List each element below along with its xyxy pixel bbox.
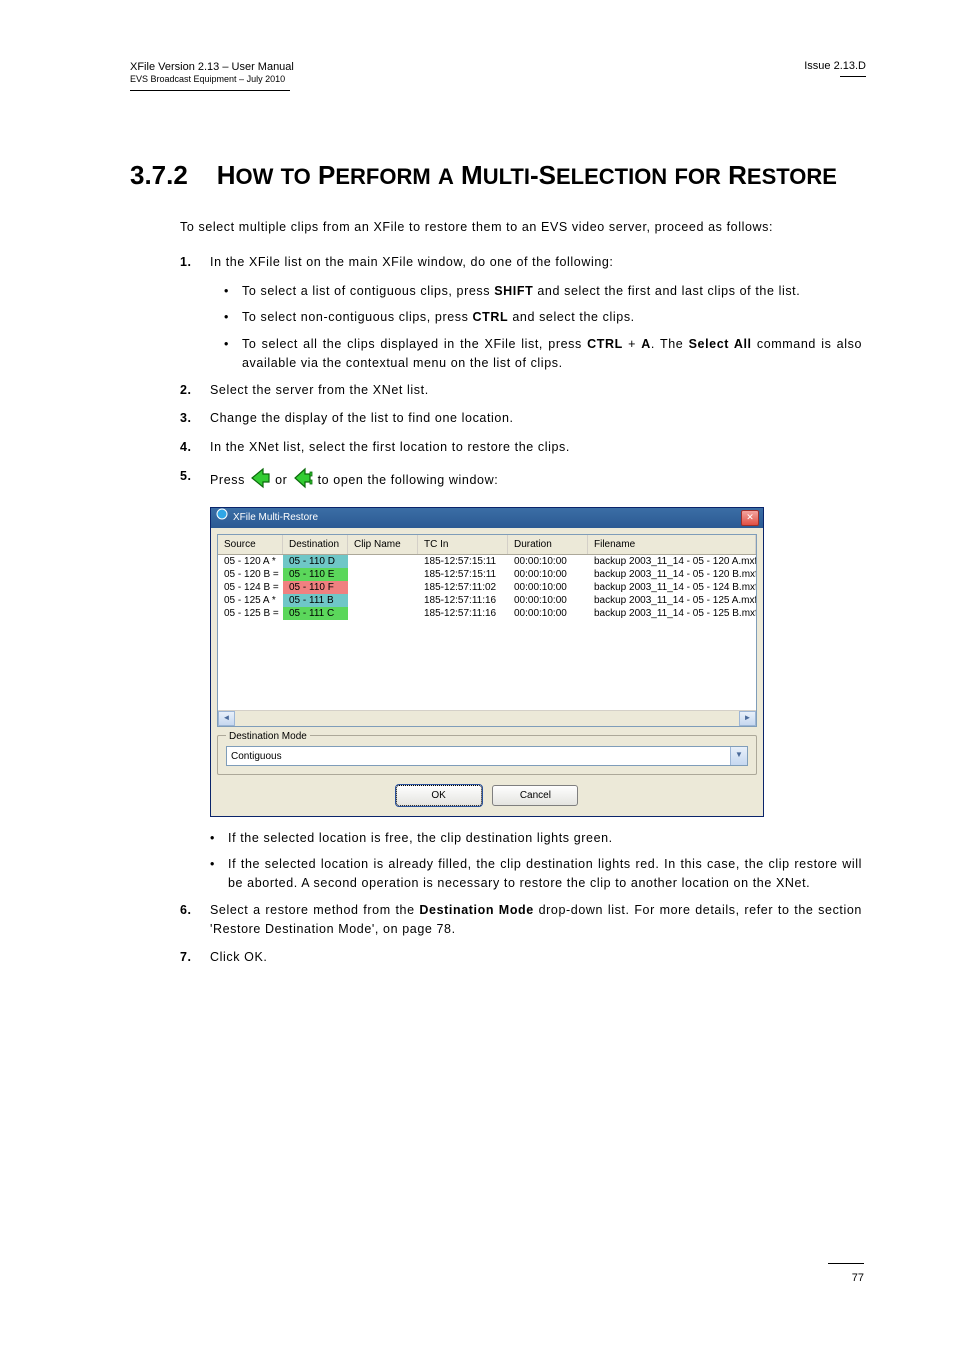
dropdown-value: Contiguous (227, 747, 730, 765)
bullet-shift: • To select a list of contiguous clips, … (224, 282, 862, 301)
col-clipname[interactable]: Clip Name (348, 535, 418, 554)
arrow-left-icon (249, 467, 271, 495)
section-number: 3.7.2 (130, 160, 188, 190)
col-filename[interactable]: Filename (588, 535, 756, 554)
bullet-green: • If the selected location is free, the … (210, 829, 862, 848)
section-heading: 3.7.2 HOW TO PERFORM A MULTI-SELECTION F… (130, 160, 837, 191)
post-dialog-bullets: • If the selected location is free, the … (210, 829, 862, 893)
step-4: 4. In the XNet list, select the first lo… (180, 438, 862, 457)
dialog-titlebar: XFile Multi-Restore ✕ (211, 508, 763, 528)
header-right: Issue 2.13.D (804, 60, 866, 72)
step-1: 1. In the XFile list on the main XFile w… (180, 253, 862, 272)
step-5: 5. Press or to open the following window… (180, 467, 862, 495)
step-3: 3. Change the display of the list to fin… (180, 409, 862, 428)
dialog-screenshot: XFile Multi-Restore ✕ Source Destination… (210, 507, 862, 817)
ok-button[interactable]: OK (396, 785, 482, 806)
button-row: OK Cancel (217, 785, 757, 806)
step-2: 2. Select the server from the XNet list. (180, 381, 862, 400)
dialog-title: XFile Multi-Restore (233, 508, 318, 528)
arrow-left-multi-icon (292, 467, 314, 495)
footer-rule (828, 1263, 864, 1264)
col-source[interactable]: Source (218, 535, 283, 554)
page-number: 77 (852, 1272, 864, 1284)
bullet-ctrl: • To select non-contiguous clips, press … (224, 308, 862, 327)
bullet-red: • If the selected location is already fi… (210, 855, 862, 893)
step1-bullets: • To select a list of contiguous clips, … (224, 282, 862, 373)
destination-mode-group: Destination Mode Contiguous ▼ (217, 735, 757, 775)
horizontal-scrollbar[interactable]: ◄ ► (218, 710, 756, 726)
app-icon (215, 507, 229, 529)
body-content: To select multiple clips from an XFile t… (180, 218, 862, 977)
bullet-ctrl-a: • To select all the clips displayed in t… (224, 335, 862, 373)
table-row[interactable]: 05 - 120 B = 05 - 110 E 185-12:57:15:11 … (218, 568, 756, 581)
company-date: EVS Broadcast Equipment – July 2010 (130, 74, 294, 86)
destination-mode-dropdown[interactable]: Contiguous ▼ (226, 746, 748, 766)
table-row[interactable]: 05 - 125 B = 05 - 111 C 185-12:57:11:16 … (218, 607, 756, 620)
chevron-down-icon[interactable]: ▼ (730, 747, 747, 765)
close-icon[interactable]: ✕ (741, 510, 759, 526)
col-destination[interactable]: Destination (283, 535, 348, 554)
xfile-multirestore-dialog: XFile Multi-Restore ✕ Source Destination… (210, 507, 764, 817)
header-left-rule (130, 90, 290, 91)
table-empty-area (218, 620, 756, 710)
table-row[interactable]: 05 - 120 A * 05 - 110 D 185-12:57:15:11 … (218, 555, 756, 568)
header-left: XFile Version 2.13 – User Manual EVS Bro… (130, 60, 294, 86)
page: XFile Version 2.13 – User Manual EVS Bro… (0, 0, 954, 1350)
dialog-body: Source Destination Clip Name TC In Durat… (211, 528, 763, 816)
step-7: 7. Click OK. (180, 948, 862, 967)
clip-table[interactable]: Source Destination Clip Name TC In Durat… (217, 534, 757, 727)
header-right-rule (840, 76, 866, 77)
table-header: Source Destination Clip Name TC In Durat… (218, 535, 756, 555)
step-6: 6. Select a restore method from the Dest… (180, 901, 862, 939)
scroll-left-icon[interactable]: ◄ (218, 711, 235, 726)
scroll-right-icon[interactable]: ► (739, 711, 756, 726)
col-tcin[interactable]: TC In (418, 535, 508, 554)
table-row[interactable]: 05 - 125 A * 05 - 111 B 185-12:57:11:16 … (218, 594, 756, 607)
col-duration[interactable]: Duration (508, 535, 588, 554)
product-title: XFile Version 2.13 – User Manual (130, 60, 294, 74)
cancel-button[interactable]: Cancel (492, 785, 578, 806)
table-row[interactable]: 05 - 124 B = 05 - 110 F 185-12:57:11:02 … (218, 581, 756, 594)
group-label: Destination Mode (226, 729, 310, 744)
intro-paragraph: To select multiple clips from an XFile t… (180, 218, 862, 237)
